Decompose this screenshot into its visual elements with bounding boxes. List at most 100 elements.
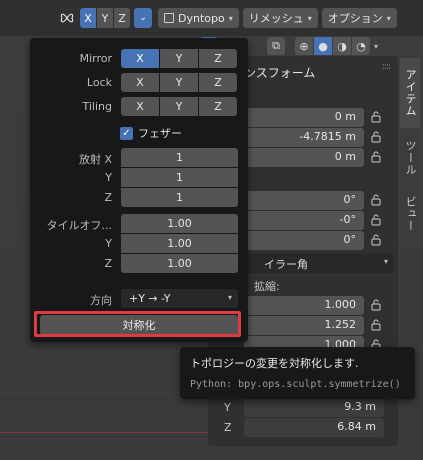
lock-row: Lock X Y Z [30,73,248,93]
tiling-axis-toggle: X Y Z [121,97,237,116]
checkbox-empty-icon [164,13,174,23]
tiling-x-button[interactable]: X [121,97,159,116]
tooltip-python: Python: bpy.ops.sculpt.symmetrize() [190,379,401,390]
dimension-z-field[interactable]: 6.84 m [244,418,384,437]
location-x-field[interactable]: 0 m [244,108,364,127]
mirror-z-button[interactable]: Z [199,49,237,68]
mirror-y-button[interactable]: Y [160,49,198,68]
chevron-down-icon[interactable]: ▾ [374,42,378,51]
wireframe-shading-icon[interactable]: ⊕ [295,37,313,55]
chevron-down-icon: ▾ [228,13,233,23]
overlay-icon[interactable]: ⧉ [267,37,285,55]
symmetry-menu-toggle[interactable]: ⌄ [134,8,152,28]
tiling-z-button[interactable]: Z [199,97,237,116]
location-y-field[interactable]: -4.7815 m [244,128,364,147]
symmetrize-tooltip: トポロジーの変更を対称化します. Python: bpy.ops.sculpt.… [180,347,415,399]
symmetry-popover: Mirror X Y Z Lock X Y Z Tiling X Y Z ✓ フ… [30,38,248,342]
lock-icon[interactable] [370,234,382,246]
remesh-dropdown[interactable]: リメッシュ ▾ [242,8,318,28]
symmetry-x-toggle[interactable]: X [80,8,96,28]
tiling-row: Tiling X Y Z [30,97,248,117]
tile-offset-y-field[interactable]: 1.00 [121,234,238,253]
lock-icon[interactable] [370,194,382,206]
direction-label: 方向 [90,294,112,307]
scale-label: 拡縮: [254,280,280,293]
rotation-x-field[interactable]: 0° [244,191,364,210]
lock-icon[interactable] [370,111,382,123]
tab-view-label: ビュー [404,196,417,232]
tile-offset-z-field[interactable]: 1.00 [121,254,238,273]
transform-panel-title: ンスフォーム [244,66,316,80]
rotation-z-field[interactable]: 0° [244,231,364,250]
symmetry-z-toggle[interactable]: Z [114,8,130,28]
tab-item[interactable]: アイテム [400,58,420,128]
chevron-down-icon: ▾ [383,257,388,266]
dimension-y-field[interactable]: 9.3 m [244,398,384,417]
tiling-y-button[interactable]: Y [160,97,198,116]
tile-offset-x-field[interactable]: 1.00 [121,214,238,233]
mirror-x-button[interactable]: X [121,49,159,68]
x-axis-line [0,432,210,433]
symmetry-y-toggle[interactable]: Y [97,8,113,28]
lock-z-button[interactable]: Z [199,73,237,92]
lock-axis-toggle: X Y Z [121,73,237,92]
options-dropdown[interactable]: オプション ▾ [321,8,397,28]
radial-z-label: Z [104,191,112,204]
options-label: オプション [327,12,383,25]
scale-y-field[interactable]: 1.252 [244,316,364,335]
lock-icon[interactable] [370,131,382,143]
tab-tool-label: ツール [404,140,417,176]
tab-view[interactable]: ビュー [400,188,420,240]
direction-dropdown[interactable]: +Y → -Y ▾ [121,289,238,308]
chevron-down-icon: ▾ [227,293,232,302]
radial-y-field[interactable]: 1 [121,168,238,187]
dyntopo-dropdown[interactable]: Dyntopo ▾ [158,8,239,28]
tiling-label: Tiling [82,100,112,113]
chevron-down-icon: ⌄ [139,13,147,23]
feather-label: フェザー [138,127,182,140]
lock-label: Lock [86,76,112,89]
dimension-z-label: Z [224,421,232,434]
sidebar-tabs: アイテム ツール ビュー [400,58,420,244]
shading-mode-group: ⊕ ● ◑ ◔ [295,37,371,55]
tooltip-description: トポロジーの変更を対称化します. [190,357,359,370]
tile-offset-y-label: Y [105,237,112,250]
checkmark-icon: ✓ [120,126,133,140]
symmetrize-button[interactable]: 対称化 [40,315,238,335]
radial-y-label: Y [105,171,112,184]
tab-tool[interactable]: ツール [400,132,420,184]
lock-icon[interactable] [370,319,382,331]
butterfly-symmetry-icon [58,8,76,28]
tile-offset-x-label: タイルオフ... [46,219,113,232]
direction-value: +Y → -Y [129,292,171,305]
lock-icon[interactable] [370,299,382,311]
lock-icon[interactable] [370,151,382,163]
mirror-row: Mirror X Y Z [30,49,248,69]
rendered-shading-icon[interactable]: ◔ [352,37,370,55]
tab-item-label: アイテム [404,69,417,117]
location-z-field[interactable]: 0 m [244,148,364,167]
radial-x-label: 放射 X [78,153,112,166]
symmetrize-label: 対称化 [122,319,156,332]
scale-x-field[interactable]: 1.000 [244,296,364,315]
rotation-y-field[interactable]: -0° [244,211,364,230]
viewport-header: X Y Z ⌄ Dyntopo ▾ リメッシュ ▾ オプション ▾ [0,0,423,36]
drag-handle-icon[interactable]: :::: [382,62,391,72]
dyntopo-label: Dyntopo [178,11,225,25]
remesh-label: リメッシュ [248,12,304,25]
solid-shading-icon[interactable]: ● [314,37,332,55]
feather-checkbox[interactable]: ✓ フェザー [120,125,182,141]
chevron-down-icon: ▾ [386,13,391,23]
tile-offset-z-label: Z [104,257,112,270]
mirror-label: Mirror [79,52,112,65]
lock-icon[interactable] [370,214,382,226]
lock-x-button[interactable]: X [121,73,159,92]
material-shading-icon[interactable]: ◑ [333,37,351,55]
radial-z-field[interactable]: 1 [121,188,238,207]
lock-y-button[interactable]: Y [160,73,198,92]
symmetry-axis-toggle: X Y Z [80,8,130,28]
rotation-mode-dropdown[interactable]: イラー角 ▾ [244,254,394,273]
radial-x-field[interactable]: 1 [121,148,238,167]
dimension-y-label: Y [224,401,231,414]
mirror-axis-toggle: X Y Z [121,49,237,68]
